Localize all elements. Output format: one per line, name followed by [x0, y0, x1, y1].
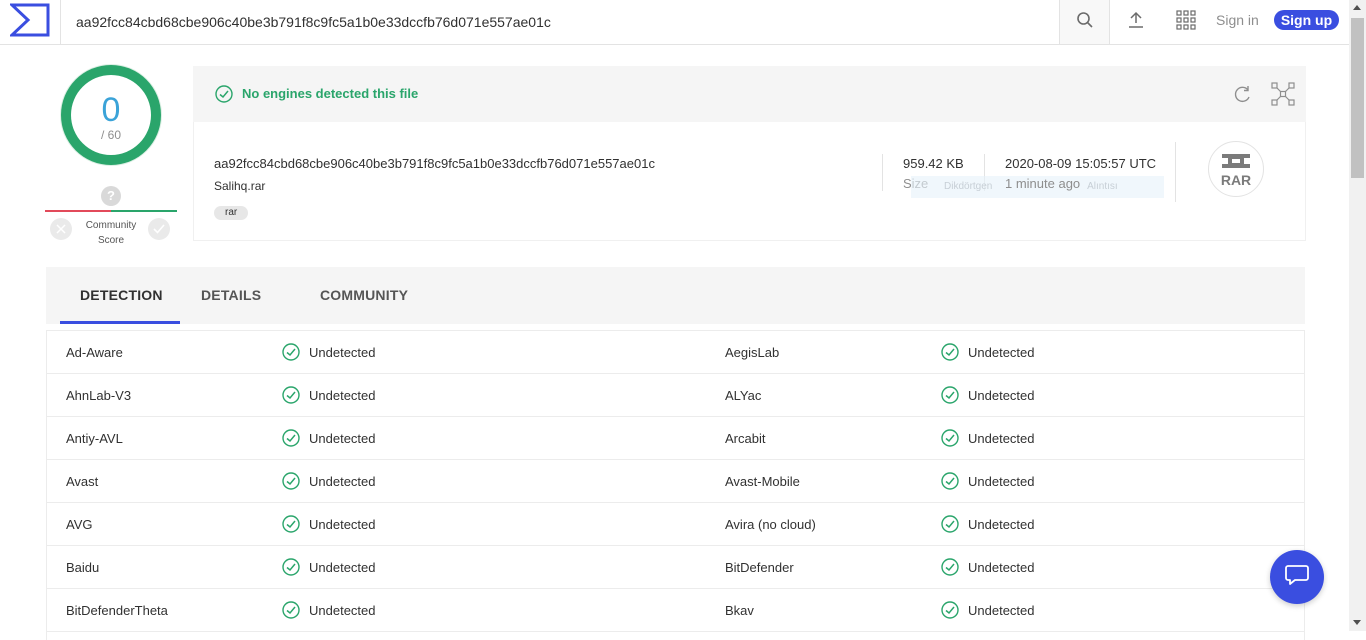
engine-name: ALYac [725, 388, 762, 403]
active-tab-indicator [60, 321, 180, 324]
divider [1175, 142, 1176, 202]
engine-result: Undetected [309, 517, 376, 532]
engine-name: Avast [66, 474, 99, 489]
table-row: Avast Undetected Avast-Mobile Undetected [47, 460, 1304, 503]
chat-icon [1284, 563, 1310, 592]
apps-grid-icon[interactable] [1174, 8, 1198, 32]
engine-name: Avast-Mobile [725, 474, 800, 489]
table-row: Baidu Undetected BitDefender Undetected [47, 546, 1304, 589]
check-circle-icon [282, 601, 300, 619]
engine-name: Antiy-AVL [66, 431, 123, 446]
divider [882, 154, 883, 191]
report-tabs: DETECTION DETAILS COMMUNITY [46, 267, 1305, 324]
engine-result: Undetected [968, 603, 1035, 618]
check-circle-icon [282, 515, 300, 533]
upload-icon[interactable] [1124, 8, 1148, 32]
vote-harmless-button[interactable] [148, 218, 170, 240]
engine-name: AVG [66, 517, 93, 532]
scroll-up-arrow-icon[interactable] [1353, 5, 1361, 10]
check-circle-icon [282, 558, 300, 576]
detection-total: / 60 [100, 128, 121, 142]
check-circle-icon [282, 343, 300, 361]
engine-result: Undetected [309, 431, 376, 446]
search-button[interactable] [1059, 0, 1110, 44]
tab-detection[interactable]: DETECTION [80, 287, 163, 303]
table-row: BitDefenderTheta Undetected Bkav Undetected [47, 589, 1304, 632]
scroll-thumb[interactable] [1351, 18, 1364, 178]
file-hash[interactable]: aa92fcc84cbd68cbe906c40be3b791f8c9fc5a1b… [214, 156, 655, 171]
reload-icon[interactable] [1232, 84, 1254, 109]
engine-result: Undetected [968, 560, 1035, 575]
table-row: AVG Undetected Avira (no cloud) Undetected [47, 503, 1304, 546]
engine-result: Undetected [968, 474, 1035, 489]
engine-name: Arcabit [725, 431, 766, 446]
file-type-badge: RAR [1208, 141, 1264, 197]
engine-name: Avira (no cloud) [725, 517, 816, 532]
detections-table: Ad-Aware Undetected AegisLab Undetected AhnL… [46, 330, 1305, 640]
file-name: Salihq.rar [214, 179, 266, 193]
engine-name: Baidu [66, 560, 100, 575]
search-input[interactable] [62, 0, 1058, 44]
community-score-question-icon: ? [101, 186, 121, 206]
analysis-date: 2020-08-09 15:05:57 UTC [1005, 156, 1157, 171]
engine-result: Undetected [309, 474, 376, 489]
engine-name: Bkav [725, 603, 754, 618]
divider [60, 0, 61, 44]
check-circle-icon [282, 386, 300, 404]
detection-count: 0 [101, 91, 121, 129]
scroll-down-arrow-icon[interactable] [1353, 620, 1361, 625]
community-score-bar [45, 210, 177, 212]
check-circle-icon [941, 601, 959, 619]
engine-name: BitDefender [725, 560, 794, 575]
page-scrollbar[interactable] [1349, 0, 1366, 631]
tab-community[interactable]: COMMUNITY [320, 287, 408, 303]
tab-details[interactable]: DETAILS [201, 287, 261, 303]
top-bar: Sign in Sign up [0, 0, 1349, 45]
detection-score-gauge: 0 / 60 [61, 65, 161, 165]
engine-result: Undetected [968, 517, 1035, 532]
file-info-card: aa92fcc84cbd68cbe906c40be3b791f8c9fc5a1b… [193, 122, 1306, 241]
analysis-relative-time: 1 minute ago [1005, 176, 1081, 191]
check-circle-icon [282, 472, 300, 490]
engine-result: Undetected [968, 345, 1035, 360]
chat-button[interactable] [1270, 550, 1324, 604]
sign-up-button[interactable]: Sign up [1274, 10, 1339, 30]
check-circle-icon [941, 558, 959, 576]
engine-result: Undetected [309, 560, 376, 575]
engine-result: Undetected [309, 603, 376, 618]
check-circle-icon [282, 429, 300, 447]
engine-result: Undetected [968, 388, 1035, 403]
sign-in-link[interactable]: Sign in [1216, 12, 1259, 28]
engine-name: AhnLab-V3 [66, 388, 132, 403]
file-size-value: 959.42 KB [903, 156, 964, 171]
table-row: Ad-Aware Undetected AegisLab Undetected [47, 331, 1304, 374]
status-banner: No engines detected this file [193, 66, 1306, 122]
vote-malicious-button[interactable] [50, 218, 72, 240]
engine-name: Ad-Aware [66, 345, 123, 360]
engine-result: Undetected [309, 345, 376, 360]
engine-result: Undetected [968, 431, 1035, 446]
graph-expand-icon[interactable] [1271, 82, 1295, 111]
search-icon [1076, 11, 1094, 34]
check-circle-icon [941, 429, 959, 447]
check-circle-icon [941, 515, 959, 533]
check-circle-icon [215, 85, 233, 108]
check-circle-icon [941, 472, 959, 490]
status-text: No engines detected this file [242, 86, 419, 101]
engine-result: Undetected [309, 388, 376, 403]
table-row: AhnLab-V3 Undetected ALYac Undetected [47, 374, 1304, 417]
table-row: Antiy-AVL Undetected Arcabit Undetected [47, 417, 1304, 460]
file-type-label: RAR [1220, 172, 1252, 188]
file-tag[interactable]: rar [214, 206, 249, 220]
virustotal-logo-icon[interactable] [8, 3, 50, 37]
check-circle-icon [941, 343, 959, 361]
engine-name: BitDefenderTheta [66, 603, 168, 618]
community-score-label: Community Score [85, 220, 137, 246]
check-circle-icon [941, 386, 959, 404]
engine-name: AegisLab [725, 345, 780, 360]
